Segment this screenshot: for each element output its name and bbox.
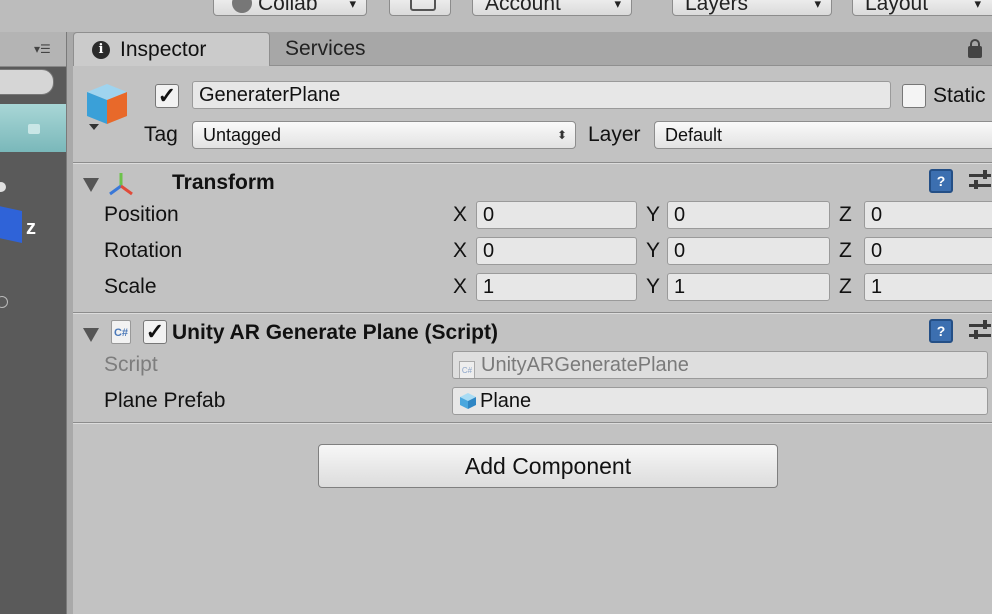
layer-value: Default xyxy=(665,125,723,145)
divider xyxy=(73,313,992,314)
lock-icon xyxy=(28,124,40,134)
layers-label: Layers xyxy=(685,0,749,15)
rotation-y-input[interactable]: 0 xyxy=(667,237,830,265)
account-dropdown[interactable]: Account ▾ xyxy=(472,0,632,16)
component-settings-icon[interactable] xyxy=(969,319,991,343)
chevron-down-icon: ▾ xyxy=(614,0,621,11)
rotation-x-label: X xyxy=(453,239,468,262)
inspector-panel: ✓ GeneraterPlane Static Tag Untagged ⬍ L… xyxy=(73,66,992,614)
gizmo-handle xyxy=(0,296,8,308)
account-label: Account xyxy=(485,0,561,15)
csharp-script-icon: C# xyxy=(111,320,131,344)
cloud-icon xyxy=(232,0,252,13)
scale-y-label: Y xyxy=(646,275,661,298)
static-checkbox[interactable] xyxy=(902,84,926,108)
rotation-z-label: Z xyxy=(839,239,852,262)
plane-prefab-label: Plane Prefab xyxy=(104,389,226,412)
add-component-button[interactable]: Add Component xyxy=(318,444,778,488)
position-z-input[interactable]: 0 xyxy=(864,201,992,229)
scene-sky xyxy=(0,104,66,152)
scale-z-input[interactable]: 1 xyxy=(864,273,992,301)
info-icon: i xyxy=(92,41,110,59)
help-icon[interactable]: ? xyxy=(929,169,953,193)
script-object-field[interactable]: C# UnityARGeneratePlane xyxy=(452,351,988,379)
inspector-tab-bar: i Inspector Services xyxy=(73,32,992,66)
static-label: Static xyxy=(933,84,986,107)
chevron-down-icon: ▾ xyxy=(814,0,821,11)
tab-services-label: Services xyxy=(285,37,366,60)
rotation-z-input[interactable]: 0 xyxy=(864,237,992,265)
divider xyxy=(73,423,992,424)
script-field-label: Script xyxy=(104,353,158,376)
position-label: Position xyxy=(104,203,179,226)
cloud-services-button[interactable] xyxy=(389,0,451,16)
script-foldout-icon[interactable] xyxy=(83,328,99,342)
transform-foldout-icon[interactable] xyxy=(83,178,99,192)
layout-label: Layout xyxy=(865,0,929,15)
active-checkbox[interactable]: ✓ xyxy=(155,84,179,108)
gizmo-z-axis[interactable] xyxy=(0,205,22,243)
panel-divider[interactable] xyxy=(66,32,73,614)
position-z-label: Z xyxy=(839,203,852,226)
prefab-cube-icon xyxy=(460,393,476,409)
tab-services[interactable]: Services xyxy=(285,32,366,66)
component-settings-icon[interactable] xyxy=(969,169,991,193)
lock-icon[interactable] xyxy=(968,39,982,58)
gameobject-cube-icon xyxy=(87,84,127,130)
script-component-title: Unity AR Generate Plane (Script) xyxy=(172,321,498,344)
script-enabled-checkbox[interactable]: ✓ xyxy=(143,320,167,344)
updown-arrow-icon: ⬍ xyxy=(556,128,567,142)
tag-dropdown[interactable]: Untagged ⬍ xyxy=(192,121,576,149)
cloud-icon xyxy=(410,0,436,11)
top-toolbar: Collab ▾ Account ▾ Layers ▾ Layout ▾ xyxy=(0,0,992,32)
divider xyxy=(73,163,992,164)
gizmo-z-label: z xyxy=(26,217,36,239)
chevron-down-icon: ▾ xyxy=(974,0,981,11)
position-x-label: X xyxy=(453,203,468,226)
help-icon[interactable]: ? xyxy=(929,319,953,343)
layer-dropdown[interactable]: Default xyxy=(654,121,992,149)
chevron-down-icon: ▾ xyxy=(349,0,356,11)
position-y-input[interactable]: 0 xyxy=(667,201,830,229)
layers-dropdown[interactable]: Layers ▾ xyxy=(672,0,832,16)
tab-inspector[interactable]: i Inspector xyxy=(73,32,270,66)
scale-x-input[interactable]: 1 xyxy=(476,273,637,301)
scale-y-input[interactable]: 1 xyxy=(667,273,830,301)
collab-label: Collab xyxy=(258,0,318,15)
transform-title: Transform xyxy=(172,171,275,194)
layer-label: Layer xyxy=(588,123,641,146)
gizmo-sphere xyxy=(0,182,6,192)
transform-axis-icon xyxy=(109,173,133,196)
csharp-script-icon: C# xyxy=(459,361,475,378)
scale-label: Scale xyxy=(104,275,157,298)
plane-prefab-value: Plane xyxy=(480,390,532,412)
plane-prefab-field[interactable]: Plane xyxy=(452,387,988,415)
tab-inspector-label: Inspector xyxy=(120,38,207,61)
collab-button[interactable]: Collab ▾ xyxy=(213,0,367,16)
scene-header: ▾☰ xyxy=(0,32,66,67)
scale-x-label: X xyxy=(453,275,468,298)
position-x-input[interactable]: 0 xyxy=(476,201,637,229)
gameobject-name-input[interactable]: GeneraterPlane xyxy=(192,81,891,109)
layout-dropdown[interactable]: Layout ▾ xyxy=(852,0,992,16)
scene-search-input[interactable] xyxy=(0,69,54,95)
script-value: UnityARGeneratePlane xyxy=(481,354,689,376)
panel-menu-icon[interactable]: ▾☰ xyxy=(34,42,51,56)
tag-value: Untagged xyxy=(203,125,282,145)
rotation-x-input[interactable]: 0 xyxy=(476,237,637,265)
rotation-label: Rotation xyxy=(104,239,183,262)
position-y-label: Y xyxy=(646,203,661,226)
scale-z-label: Z xyxy=(839,275,852,298)
tag-label: Tag xyxy=(144,123,178,146)
scene-view[interactable]: ▾☰ z xyxy=(0,32,66,614)
rotation-y-label: Y xyxy=(646,239,661,262)
